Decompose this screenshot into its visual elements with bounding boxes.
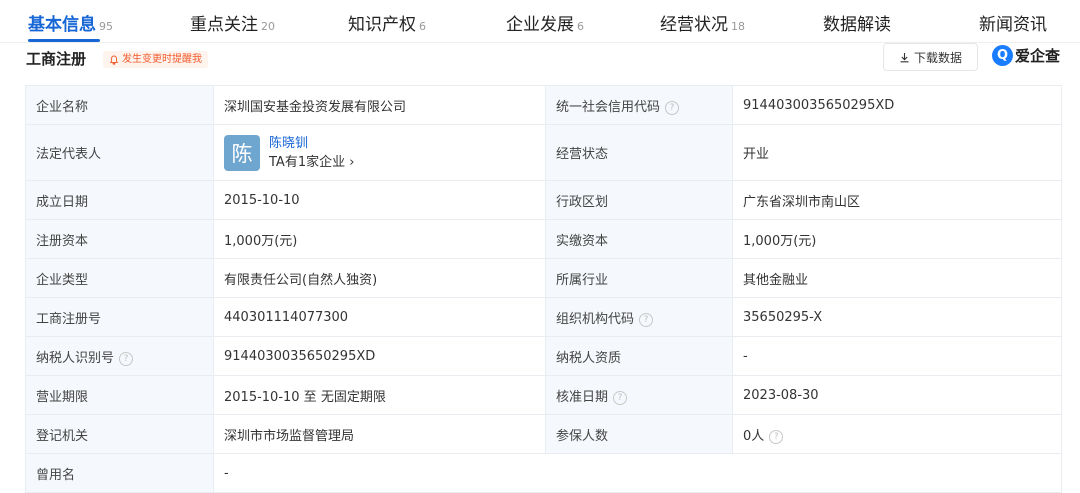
- change-alert-label: 发生变更时提醒我: [122, 54, 202, 65]
- field-value: 9144030035650295XD: [213, 336, 546, 376]
- table-row: 企业名称 深圳国安基金投资发展有限公司 统一社会信用代码? 9144030035…: [25, 85, 1062, 125]
- credit-code-value: 9144030035650295XD: [732, 85, 1062, 125]
- tab-count: 20: [261, 20, 275, 33]
- field-label: 注册资本: [25, 219, 214, 259]
- field-label-text: 核准日期: [556, 389, 609, 405]
- field-label: 企业名称: [25, 85, 214, 125]
- field-label-text: 组织机构代码: [556, 311, 635, 327]
- tab-operations[interactable]: 经营状况 18: [660, 10, 745, 35]
- tab-bar: 基本信息 95 重点关注 20 知识产权 6 企业发展 6 经营状况 18 数据解读 新闻…: [0, 0, 1080, 44]
- tab-data-insights[interactable]: 数据解读: [823, 10, 891, 35]
- field-label: 经营状态: [545, 124, 733, 181]
- brand-name: 爱企查: [1015, 47, 1061, 65]
- field-label: 纳税人资质: [545, 336, 733, 376]
- table-row: 成立日期 2015-10-10 行政区划 广东省深圳市南山区: [25, 180, 1062, 220]
- tab-key-focus[interactable]: 重点关注 20: [190, 10, 275, 35]
- field-value: 0人?: [732, 414, 1062, 454]
- tab-label: 数据解读: [823, 15, 891, 35]
- legal-rep-cell: 陈 陈晓钏 TA有1家企业 ›: [213, 124, 546, 181]
- tab-count: 6: [577, 20, 584, 33]
- change-alert-button[interactable]: 发生变更时提醒我: [103, 51, 208, 68]
- tab-count: 95: [99, 20, 113, 33]
- field-value: 其他金融业: [732, 258, 1062, 298]
- help-icon[interactable]: ?: [639, 312, 654, 327]
- help-icon[interactable]: ?: [119, 351, 134, 366]
- tab-label: 知识产权: [348, 15, 416, 35]
- table-row: 注册资本 1,000万(元) 实缴资本 1,000万(元): [25, 219, 1062, 259]
- download-icon: [900, 52, 909, 62]
- download-data-label: 下载数据: [913, 50, 962, 65]
- field-value: -: [732, 336, 1062, 376]
- field-value: 有限责任公司(自然人独资): [213, 258, 546, 298]
- field-label: 登记机关: [25, 414, 214, 454]
- field-value: 1,000万(元): [732, 219, 1062, 259]
- field-value: 2015-10-10 至 无固定期限: [213, 375, 546, 415]
- company-name-value: 深圳国安基金投资发展有限公司: [213, 85, 546, 125]
- tab-development[interactable]: 企业发展 6: [506, 10, 584, 35]
- field-value: 440301114077300: [213, 297, 546, 337]
- table-row: 企业类型 有限责任公司(自然人独资) 所属行业 其他金融业: [25, 258, 1062, 298]
- help-icon[interactable]: ?: [665, 100, 680, 115]
- bell-icon: [109, 55, 119, 65]
- brand-logo-icon: Q: [992, 45, 1013, 66]
- table-row: 登记机关 深圳市市场监督管理局 参保人数 0人?: [25, 414, 1062, 454]
- field-label: 成立日期: [25, 180, 214, 220]
- field-value: 35650295-X: [732, 297, 1062, 337]
- field-label: 营业期限: [25, 375, 214, 415]
- field-value: 1,000万(元): [213, 219, 546, 259]
- brand-logo: Q 爱企查: [992, 45, 1060, 66]
- field-label: 统一社会信用代码?: [545, 85, 733, 125]
- avatar[interactable]: 陈: [224, 134, 260, 171]
- field-value: 2015-10-10: [213, 180, 546, 220]
- registration-table: 企业名称 深圳国安基金投资发展有限公司 统一社会信用代码? 9144030035…: [25, 85, 1062, 493]
- field-label: 参保人数: [545, 414, 733, 454]
- section-title: 工商注册: [26, 50, 87, 68]
- field-label: 工商注册号: [25, 297, 214, 337]
- tab-label: 重点关注: [190, 15, 258, 35]
- tab-count: 6: [419, 20, 426, 33]
- help-icon[interactable]: ?: [613, 390, 628, 405]
- field-label-text: 统一社会信用代码: [556, 99, 661, 115]
- field-label-text: 纳税人识别号: [36, 350, 115, 366]
- tab-label: 基本信息: [28, 15, 96, 35]
- field-label: 法定代表人: [25, 124, 214, 181]
- table-row: 营业期限 2015-10-10 至 无固定期限 核准日期? 2023-08-30: [25, 375, 1062, 415]
- operating-status-value: 开业: [732, 124, 1062, 181]
- field-label: 曾用名: [25, 453, 214, 493]
- field-label: 组织机构代码?: [545, 297, 733, 337]
- field-value: 广东省深圳市南山区: [732, 180, 1062, 220]
- tab-label: 企业发展: [506, 15, 574, 35]
- legal-rep-link[interactable]: 陈晓钏: [269, 134, 354, 153]
- tab-label: 经营状况: [660, 15, 728, 35]
- tab-label: 新闻资讯: [979, 15, 1047, 35]
- table-row: 纳税人识别号? 9144030035650295XD 纳税人资质 -: [25, 336, 1062, 376]
- field-label: 纳税人识别号?: [25, 336, 214, 376]
- tab-news[interactable]: 新闻资讯: [979, 10, 1047, 35]
- field-value: 深圳市市场监督管理局: [213, 414, 546, 454]
- help-icon[interactable]: ?: [769, 429, 784, 444]
- field-label: 核准日期?: [545, 375, 733, 415]
- field-label: 企业类型: [25, 258, 214, 298]
- field-label: 实缴资本: [545, 219, 733, 259]
- related-companies-link[interactable]: TA有1家企业 ›: [269, 153, 354, 172]
- field-label: 行政区划: [545, 180, 733, 220]
- table-row: 法定代表人 陈 陈晓钏 TA有1家企业 › 经营状态 开业: [25, 124, 1062, 181]
- field-label: 所属行业: [545, 258, 733, 298]
- tab-ip[interactable]: 知识产权 6: [348, 10, 426, 35]
- field-value: 2023-08-30: [732, 375, 1062, 415]
- download-data-button[interactable]: 下载数据: [883, 43, 978, 71]
- table-row: 工商注册号 440301114077300 组织机构代码? 35650295-X: [25, 297, 1062, 337]
- table-row: 曾用名 -: [25, 453, 1062, 493]
- tab-basic-info[interactable]: 基本信息 95: [28, 10, 113, 35]
- tab-count: 18: [731, 20, 745, 33]
- field-value: -: [213, 453, 1062, 493]
- field-value-text: 0人: [743, 428, 765, 444]
